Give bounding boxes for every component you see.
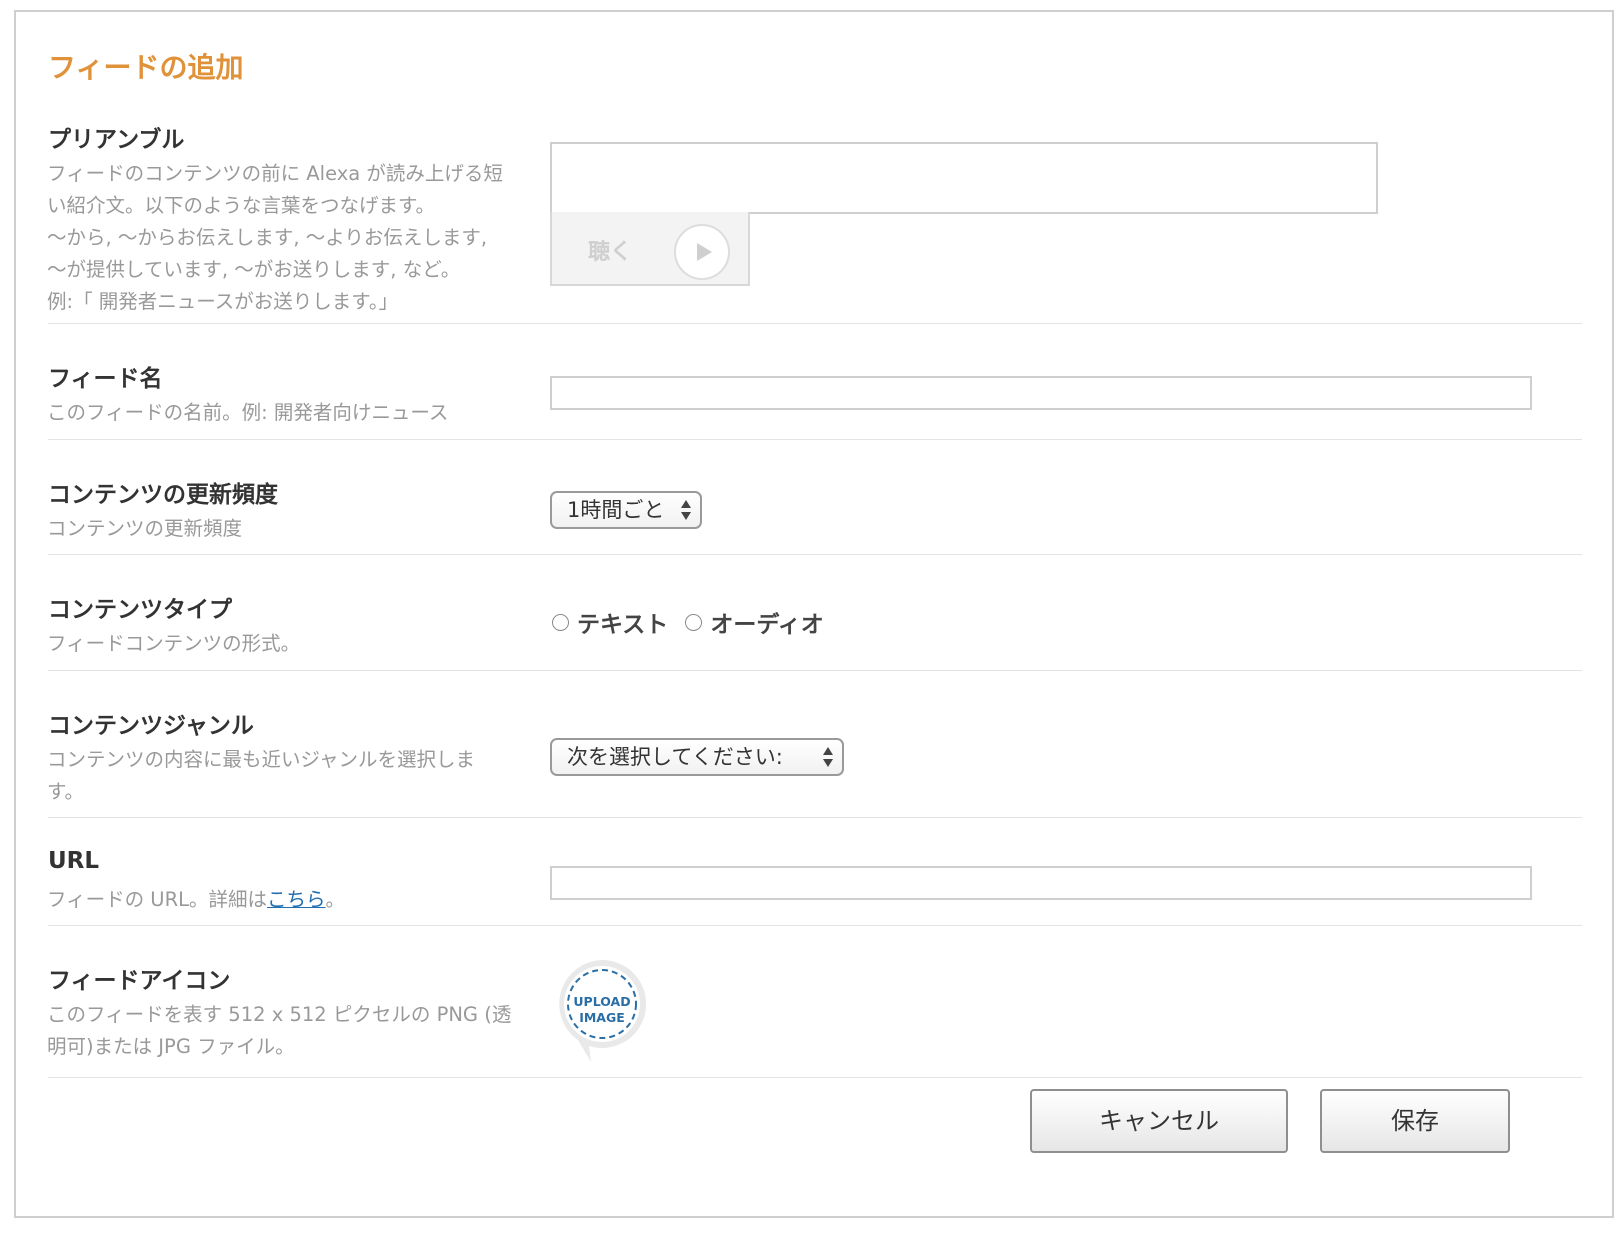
divider (48, 554, 1582, 555)
preamble-description-line: い紹介文。以下のような言葉をつなげます。 (47, 194, 436, 217)
feed-name-description-text: このフィードの名前。例: 開発者向けニュース (47, 401, 449, 424)
preamble-description: フィードのコンテンツの前に Alexa が読み上げる短 い紹介文。以下のような言… (47, 158, 537, 318)
update-frequency-selected: 1時間ごと (567, 498, 665, 522)
play-triangle-icon (697, 243, 712, 261)
details-link[interactable]: こちら (267, 888, 326, 911)
radio-label-audio[interactable]: オーディオ (710, 605, 823, 639)
listen-button[interactable]: 聴く (550, 212, 750, 286)
content-type-description-text: フィードコンテンツの形式。 (47, 632, 301, 655)
preamble-description-line: 〜が提供しています, 〜がお送りします, など。 (47, 258, 461, 281)
radio-option-audio[interactable]: オーディオ (685, 612, 835, 638)
content-genre-select[interactable]: 次を選択してください: (550, 738, 844, 776)
listen-label: 聴く (588, 240, 633, 265)
radio-label-text[interactable]: テキスト (577, 605, 668, 639)
url-description-prefix: フィードの URL。詳細は (47, 888, 267, 911)
url-label: URL (48, 848, 100, 874)
update-frequency-label: コンテンツの更新頻度 (48, 482, 278, 508)
play-icon[interactable] (674, 224, 730, 280)
update-frequency-select[interactable]: 1時間ごと (550, 491, 702, 529)
divider (48, 670, 1582, 671)
preamble-description-line: フィードのコンテンツの前に Alexa が読み上げる短 (47, 162, 503, 185)
content-type-description: フィードコンテンツの形式。 (47, 628, 537, 660)
divider (48, 439, 1582, 440)
content-genre-description: コンテンツの内容に最も近いジャンルを選択しま す。 (47, 744, 537, 808)
feed-icon-label: フィードアイコン (48, 968, 231, 994)
feed-name-input[interactable] (550, 376, 1532, 410)
preamble-input[interactable] (550, 142, 1378, 214)
upload-text-line2: IMAGE (579, 1010, 625, 1025)
feed-icon-description: このフィードを表す 512 x 512 ピクセルの PNG (透 明可)または … (47, 999, 537, 1063)
radio-option-text[interactable]: テキスト (552, 612, 685, 638)
preamble-label: プリアンブル (48, 127, 185, 153)
content-genre-description-line: す。 (47, 780, 85, 803)
content-genre-description-line: コンテンツの内容に最も近いジャンルを選択しま (47, 748, 476, 771)
content-type-radio-group: テキスト オーディオ (552, 605, 836, 638)
select-arrows-icon (681, 500, 691, 520)
preamble-description-line: 例:「 開発者ニュースがお送りします。」 (47, 290, 399, 313)
upload-text-line1: UPLOAD (573, 994, 631, 1009)
update-frequency-description: コンテンツの更新頻度 (47, 513, 537, 545)
update-frequency-description-text: コンテンツの更新頻度 (47, 517, 243, 540)
content-genre-label: コンテンツジャンル (48, 713, 254, 739)
content-type-label: コンテンツタイプ (48, 597, 232, 623)
divider (48, 925, 1582, 926)
url-description-suffix: 。 (325, 888, 346, 911)
feed-name-label: フィード名 (48, 366, 163, 392)
divider (48, 817, 1582, 818)
feed-name-description: このフィードの名前。例: 開発者向けニュース (47, 397, 537, 429)
upload-image-button[interactable]: UPLOAD IMAGE (556, 958, 648, 1068)
cancel-button[interactable]: キャンセル (1030, 1089, 1288, 1153)
divider (48, 1077, 1582, 1078)
url-description: フィードの URL。詳細はこちら。 (47, 884, 537, 916)
content-genre-selected: 次を選択してください: (567, 745, 783, 769)
select-arrows-icon (823, 747, 833, 767)
divider (48, 323, 1582, 324)
radio-button-text[interactable] (552, 613, 569, 631)
url-input[interactable] (550, 866, 1532, 900)
radio-button-audio[interactable] (685, 613, 703, 631)
url-description-line: フィードの URL。詳細はこちら。 (47, 884, 537, 916)
save-button[interactable]: 保存 (1320, 1089, 1510, 1153)
preamble-description-line: 〜から, 〜からお伝えします, 〜よりお伝えします, (47, 226, 488, 249)
page-title: フィードの追加 (48, 51, 244, 84)
feed-icon-description-line: このフィードを表す 512 x 512 ピクセルの PNG (透 (47, 1003, 512, 1026)
upload-image-text: UPLOAD IMAGE (566, 994, 638, 1026)
feed-icon-description-line: 明可)または JPG ファイル。 (47, 1035, 295, 1058)
